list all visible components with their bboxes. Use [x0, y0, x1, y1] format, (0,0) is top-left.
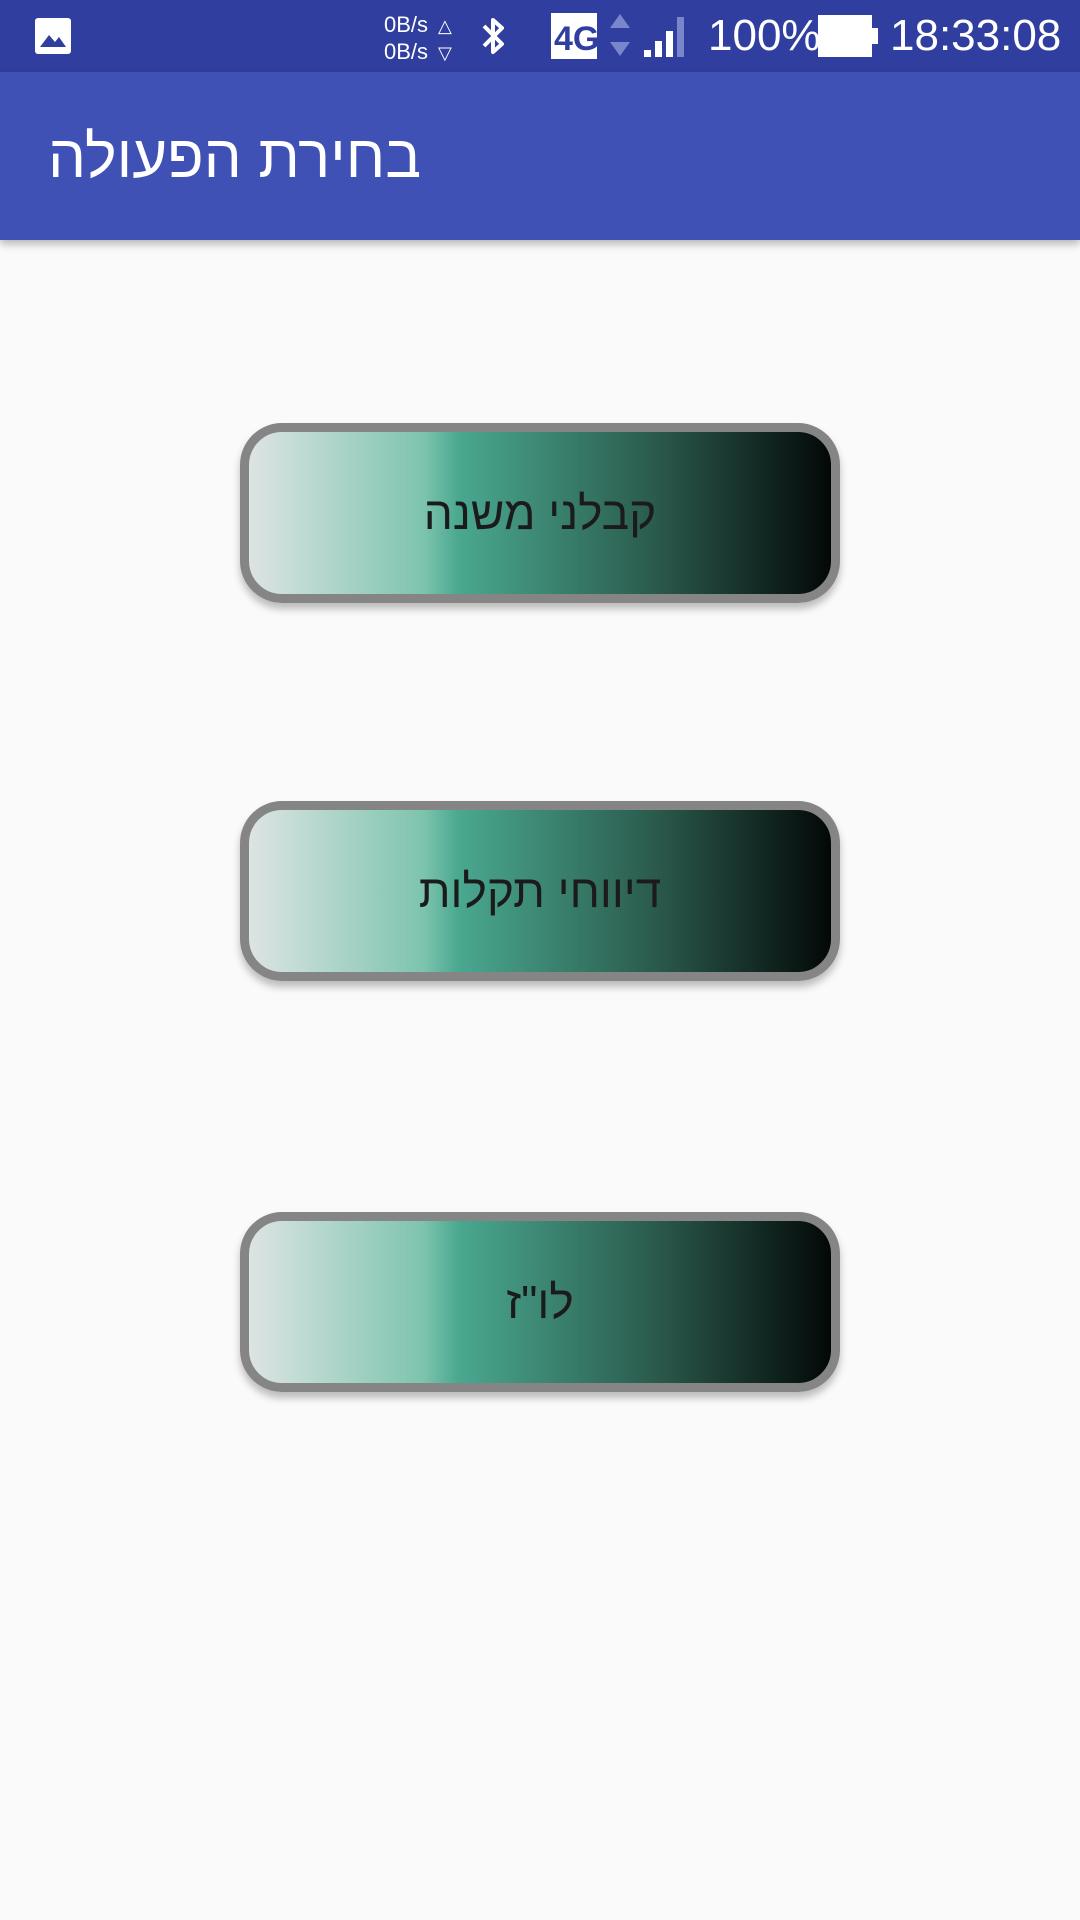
network-type: 4G	[554, 20, 598, 58]
page-title: בחירת הפעולה	[48, 123, 422, 190]
upload-speed: 0B/s	[384, 12, 429, 37]
signal-icon	[644, 17, 684, 57]
schedule-button[interactable]: לו"ז	[240, 1212, 840, 1392]
clock: 18:33:08	[890, 11, 1062, 60]
download-arrow-icon: ▽	[438, 43, 452, 63]
gallery-icon	[35, 18, 71, 54]
upload-arrow-icon: △	[438, 16, 452, 36]
schedule-button-label: לו"ז	[506, 1276, 574, 1328]
status-bar: 0B/s △ 0B/s ▽ 4G 100% 18:33:08	[0, 0, 1080, 72]
fault-reports-button[interactable]: דיווחי תקלות	[240, 801, 840, 981]
bluetooth-icon	[482, 18, 504, 54]
battery-percent: 100%	[708, 11, 821, 60]
fault-reports-button-label: דיווחי תקלות	[418, 865, 662, 917]
battery-icon	[818, 15, 878, 57]
subcontractors-button-label: קבלני משנה	[423, 487, 657, 539]
data-activity-icon	[610, 14, 630, 56]
download-speed: 0B/s	[384, 39, 429, 64]
network-speed: 0B/s △ 0B/s ▽	[384, 12, 464, 66]
subcontractors-button[interactable]: קבלני משנה	[240, 423, 840, 603]
app-bar: בחירת הפעולה	[0, 72, 1080, 240]
lte-icon: 4G	[551, 13, 598, 59]
